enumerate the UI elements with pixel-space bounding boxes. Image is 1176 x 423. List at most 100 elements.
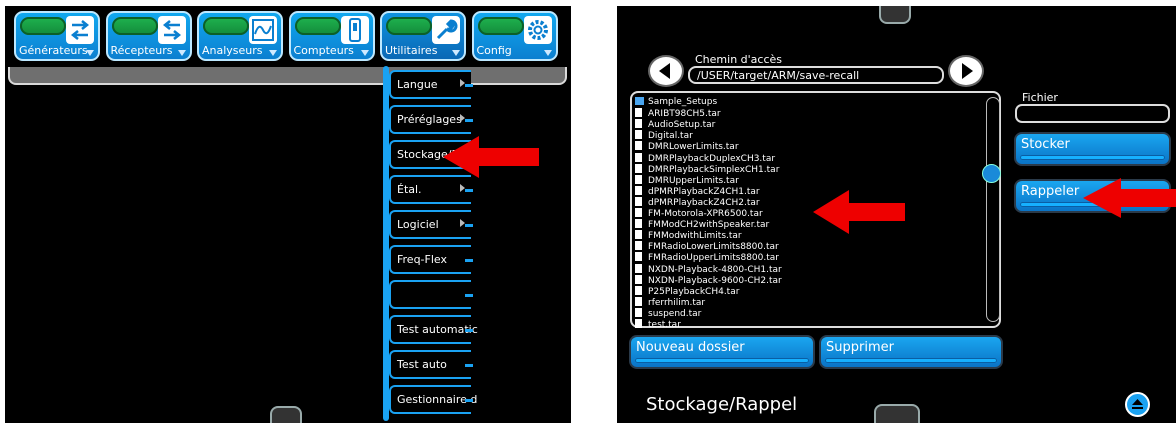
button-indicator [203, 17, 249, 35]
toolbar-strip [8, 67, 567, 85]
button-label: Compteurs [293, 44, 354, 57]
menu-item[interactable] [389, 280, 473, 309]
button-stripe [1020, 155, 1165, 160]
topbar-button-compteurs[interactable]: Compteurs [288, 11, 375, 61]
menu-item-bar [465, 84, 473, 87]
menu-item[interactable]: Langue [389, 70, 473, 99]
file-name: ARIBT98CH5.tar [648, 109, 721, 120]
file-icon [635, 241, 642, 251]
eject-icon [1132, 399, 1143, 409]
file-icon [635, 208, 642, 217]
menu-item-label: Logiciel [397, 218, 439, 231]
file-name: Sample_Setups [648, 97, 718, 107]
back-button[interactable] [648, 55, 684, 87]
button-label: Config [476, 44, 512, 57]
forward-button[interactable] [948, 55, 984, 87]
file-row[interactable]: Digital.tar [635, 130, 693, 141]
file-icon [635, 263, 642, 273]
red-arrow-menu [443, 136, 539, 178]
menu-item-label: Préréglages [397, 113, 462, 126]
folder-row[interactable]: Sample_Setups [635, 97, 717, 108]
topbar-button-generateurs[interactable]: Générateurs [14, 11, 100, 61]
file-name: DMRPlaybackSimplexCH1.tar [648, 164, 780, 175]
menu-item[interactable]: Test auto [389, 350, 473, 379]
menu-item[interactable]: Test automatic [389, 315, 478, 344]
eject-button[interactable] [1125, 392, 1150, 417]
button-label: Analyseurs [202, 44, 263, 57]
new-folder-button[interactable]: Nouveau dossier [629, 335, 815, 369]
file-name: AudioSetup.tar [648, 120, 716, 131]
file-name: dPMRPlaybackZ4CH1.tar [648, 186, 760, 197]
file-name: dPMRPlaybackZ4CH2.tar [648, 197, 760, 208]
scrollbar-track[interactable] [986, 97, 1000, 322]
file-row[interactable]: NXDN-Playback-4800-CH1.tar [635, 263, 782, 275]
file-icon [635, 141, 642, 151]
topbar-button-utilitaires[interactable]: Utilitaires [380, 11, 466, 61]
file-row[interactable]: suspend.tar [635, 307, 701, 319]
file-row[interactable]: FM-Motorola-XPR6500.tar [635, 208, 763, 219]
topbar-button-analyseurs[interactable]: Analyseurs [197, 11, 283, 61]
menu-item[interactable]: Gestionnaire d [389, 385, 477, 414]
file-row[interactable]: FMRadioUpperLimits8800.tar [635, 252, 779, 263]
file-row[interactable]: DMRUpperLimits.tar [635, 174, 739, 186]
bottom-tab-handle[interactable] [270, 406, 302, 423]
delete-button[interactable]: Supprimer [819, 335, 1003, 369]
file-row[interactable]: rferrhilim.tar [635, 296, 705, 308]
menu-item-bar [465, 364, 473, 367]
file-row[interactable]: dPMRPlaybackZ4CH1.tar [635, 185, 760, 197]
generator-icon [66, 16, 94, 44]
file-icon [635, 296, 642, 306]
file-row[interactable]: DMRPlaybackSimplexCH1.tar [635, 163, 780, 175]
chevron-down-icon [177, 50, 186, 56]
file-row[interactable]: ARIBT98CH5.tar [635, 108, 721, 119]
button-indicator [386, 17, 432, 35]
menu-item[interactable]: Freq-Flex [389, 245, 473, 274]
file-name: P25PlaybackCH4.tar [648, 286, 740, 297]
file-row[interactable]: dPMRPlaybackZ4CH2.tar [635, 196, 760, 208]
file-row[interactable]: AudioSetup.tar [635, 119, 715, 130]
file-icon [635, 174, 642, 184]
red-arrow-files [813, 190, 905, 234]
file-row[interactable]: test.tar [635, 319, 681, 330]
file-icon [635, 219, 642, 229]
file-icon [635, 185, 642, 195]
file-row[interactable]: FMModCH2withSpeaker.tar [635, 219, 769, 230]
chevron-down-icon [86, 50, 94, 56]
menu-item[interactable]: Étal. [389, 175, 473, 204]
chevron-down-icon [360, 50, 369, 56]
topbar-button-config[interactable]: Config [471, 11, 558, 61]
file-row[interactable]: NXDN-Playback-9600-CH2.tar [635, 274, 782, 286]
file-row[interactable]: P25PlaybackCH4.tar [635, 285, 740, 297]
receiver-icon [157, 16, 186, 44]
top-tab-handle[interactable] [879, 6, 911, 24]
chevron-down-icon [452, 50, 460, 56]
menu-item[interactable]: Préréglages [389, 105, 473, 134]
utilitaires-dropdown-menu: Langue Préréglages Stockage/R Étal. Logiciel… [383, 62, 478, 423]
file-row[interactable]: FMModwithLimits.tar [635, 230, 742, 241]
file-row[interactable]: DMRLowerLimits.tar [635, 141, 739, 152]
bottom-tab-handle[interactable] [874, 404, 920, 423]
menu-item[interactable]: Logiciel [389, 210, 473, 239]
file-icon [635, 108, 642, 118]
topbar-button-recepteurs[interactable]: Récepteurs [105, 11, 192, 61]
file-icon [635, 130, 642, 140]
stocker-button[interactable]: Stocker [1014, 132, 1171, 166]
scrollbar-thumb[interactable] [982, 164, 1001, 183]
new-folder-label: Nouveau dossier [636, 340, 745, 355]
file-name: FMRadioUpperLimits8800.tar [648, 253, 779, 264]
file-row[interactable]: FMRadioLowerLimits8800.tar [635, 241, 779, 252]
button-label: Récepteurs [110, 44, 173, 57]
file-icon [635, 196, 642, 206]
stocker-label: Stocker [1021, 137, 1070, 152]
button-label: Générateurs [19, 44, 88, 57]
button-indicator [111, 17, 158, 35]
folder-icon [635, 97, 644, 105]
file-icon [635, 163, 642, 173]
file-row[interactable]: DMRPlaybackDuplexCH3.tar [635, 152, 775, 164]
menu-item-label: Freq-Flex [397, 253, 447, 266]
arrow-right-icon [962, 63, 973, 79]
path-field[interactable]: /USER/target/ARM/save-recall [688, 66, 944, 84]
file-name: NXDN-Playback-9600-CH2.tar [648, 275, 782, 286]
file-icon [635, 119, 642, 129]
fichier-input[interactable] [1015, 104, 1170, 123]
